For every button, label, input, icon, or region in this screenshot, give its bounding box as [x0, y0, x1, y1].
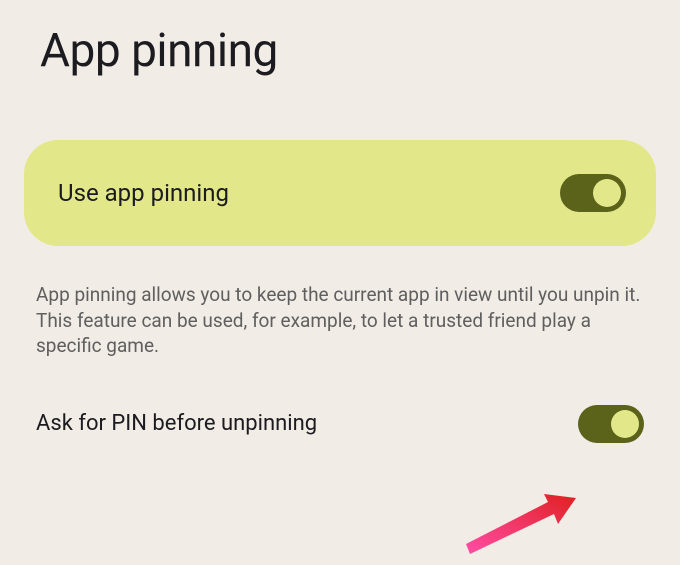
ask-pin-toggle[interactable]	[578, 405, 644, 443]
ask-pin-row[interactable]: Ask for PIN before unpinning	[0, 359, 680, 443]
toggle-thumb-icon	[611, 410, 639, 438]
use-app-pinning-toggle[interactable]	[560, 174, 626, 212]
arrow-annotation-icon	[456, 484, 586, 554]
use-app-pinning-card[interactable]: Use app pinning	[24, 140, 656, 246]
ask-pin-label: Ask for PIN before unpinning	[36, 411, 317, 436]
page-title: App pinning	[0, 0, 680, 88]
use-app-pinning-label: Use app pinning	[58, 179, 229, 207]
feature-description: App pinning allows you to keep the curre…	[0, 246, 680, 359]
toggle-thumb-icon	[593, 179, 621, 207]
